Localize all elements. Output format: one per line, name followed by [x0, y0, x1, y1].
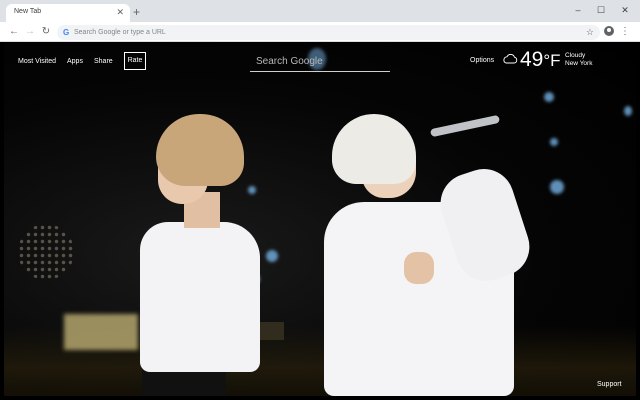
bookmark-star-icon[interactable]: ☆	[586, 27, 594, 38]
stage-light-cluster	[18, 224, 74, 280]
omnibox[interactable]: G Search Google or type a URL ☆	[57, 25, 600, 40]
most-visited-link[interactable]: Most Visited	[18, 57, 56, 66]
tab-title: New Tab	[14, 8, 42, 15]
bokeh-light	[550, 138, 558, 146]
bokeh-light	[544, 92, 554, 102]
share-link[interactable]: Share	[94, 57, 113, 66]
search-box	[250, 52, 390, 72]
performer-right-hair	[332, 114, 416, 184]
temperature-unit: °F	[543, 51, 561, 70]
performer-right-hand	[404, 252, 434, 284]
forward-icon[interactable]: →	[23, 25, 37, 39]
bokeh-light	[266, 250, 278, 262]
bokeh-light	[624, 106, 632, 116]
maximize-icon[interactable]: ☐	[593, 4, 609, 16]
kebab-menu-icon[interactable]: ⋮	[620, 25, 630, 39]
reload-icon[interactable]: ↻	[39, 25, 53, 39]
stage-floor-light	[64, 314, 138, 350]
performer-left-body	[140, 222, 260, 372]
support-link[interactable]: Support	[597, 380, 622, 389]
microphone	[429, 114, 501, 138]
tab-strip: New Tab ✕ + – ☐ ✕	[0, 0, 640, 22]
temperature: 49°F	[520, 48, 561, 73]
window-close-icon[interactable]: ✕	[617, 4, 633, 16]
options-link[interactable]: Options	[470, 56, 494, 65]
new-tab-page: Most Visited Apps Share Rate Options 49°…	[4, 42, 636, 396]
weather-city: New York	[565, 60, 593, 67]
minimize-icon[interactable]: –	[570, 4, 586, 16]
weather-condition: Cloudy	[565, 52, 586, 59]
browser-toolbar: ← → ↻ G Search Google or type a URL ☆ ⋮	[0, 22, 640, 42]
temperature-value: 49	[520, 48, 544, 71]
tab-new-tab[interactable]: New Tab ✕	[6, 4, 130, 22]
cloud-icon	[503, 54, 518, 64]
omnibox-placeholder[interactable]: Search Google or type a URL	[74, 28, 166, 37]
google-g-icon: G	[63, 28, 70, 37]
back-icon[interactable]: ←	[7, 25, 21, 39]
performer-left-hair	[156, 114, 244, 186]
search-input[interactable]	[250, 52, 390, 71]
rate-button[interactable]: Rate	[124, 52, 146, 70]
profile-icon[interactable]	[604, 26, 614, 36]
apps-link[interactable]: Apps	[67, 57, 83, 66]
bokeh-light	[248, 186, 256, 194]
bokeh-light	[550, 180, 564, 194]
plus-icon[interactable]: +	[133, 6, 140, 18]
close-icon[interactable]: ✕	[116, 7, 124, 17]
